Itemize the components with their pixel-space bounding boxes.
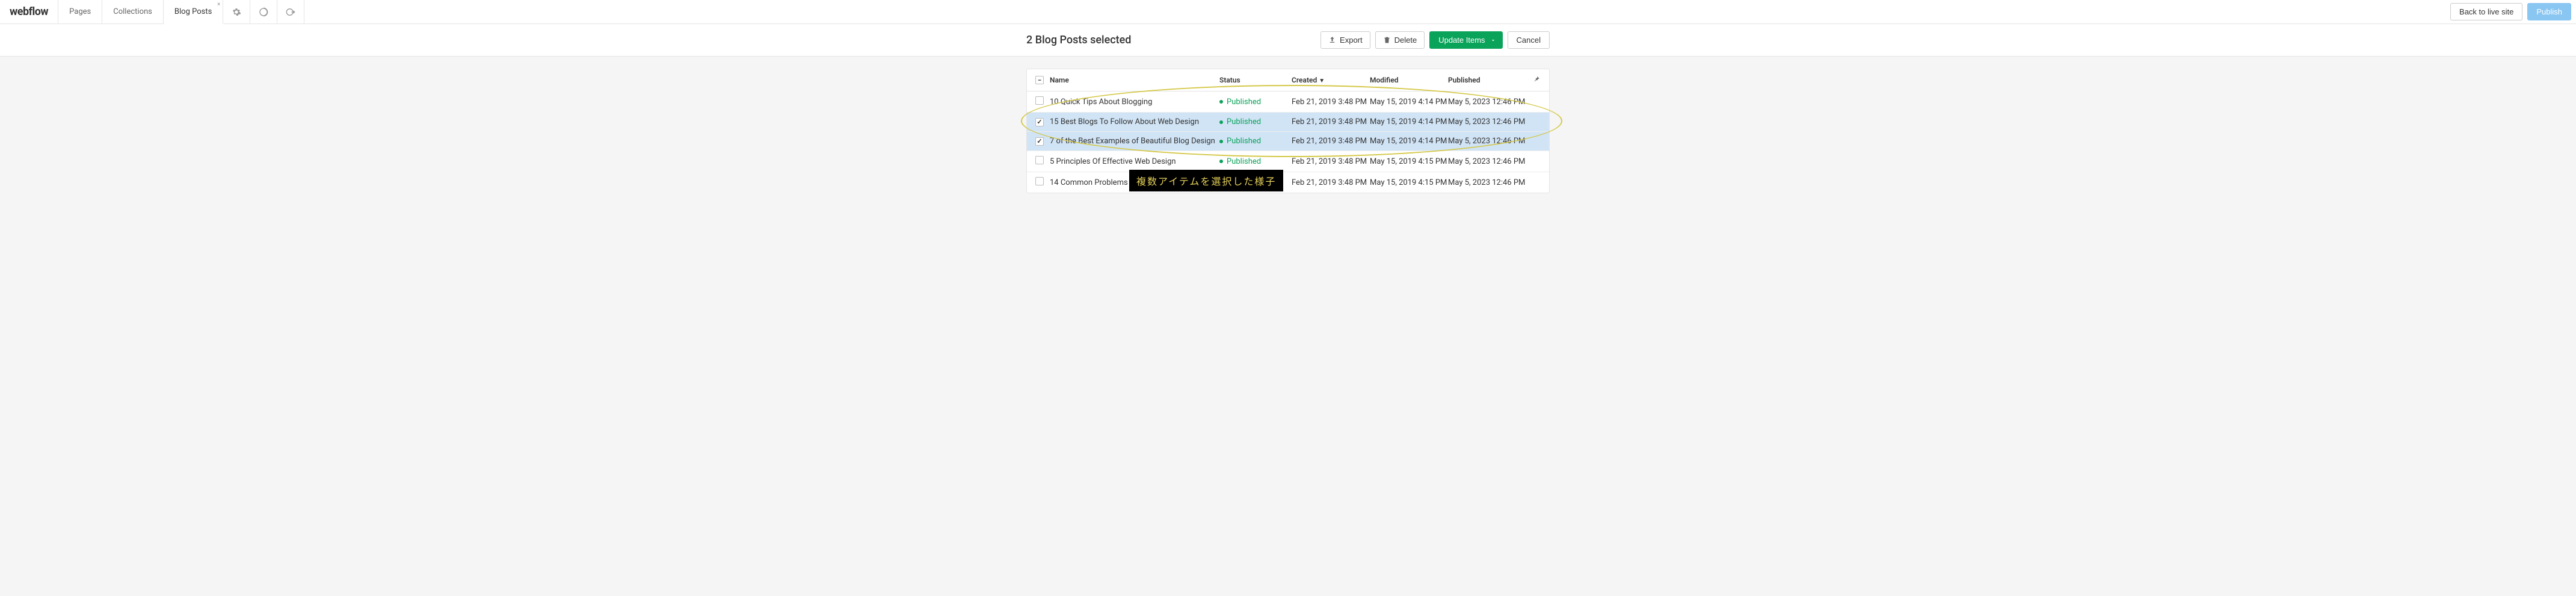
row-status: Published	[1219, 137, 1292, 146]
brand-logo: webflow	[0, 0, 58, 23]
cancel-button[interactable]: Cancel	[1508, 31, 1550, 49]
row-created: Feb 21, 2019 3:48 PM	[1292, 157, 1370, 166]
pin-icon	[1533, 75, 1541, 83]
col-created[interactable]: Created▼	[1292, 76, 1370, 84]
row-checkbox[interactable]	[1035, 177, 1044, 185]
row-created: Feb 21, 2019 3:48 PM	[1292, 137, 1370, 146]
table-row[interactable]: 15 Best Blogs To Follow About Web Design…	[1027, 113, 1549, 132]
select-all-checkbox[interactable]	[1035, 76, 1044, 84]
toolbar: 2 Blog Posts selected Export Delete Upda…	[0, 24, 2576, 57]
chevron-down-icon	[1490, 37, 1496, 43]
row-status: Published	[1219, 98, 1292, 107]
gear-icon[interactable]	[223, 0, 250, 23]
row-published: May 5, 2023 12:46 PM	[1448, 157, 1526, 166]
row-name: 10 Quick Tips About Blogging	[1050, 98, 1219, 107]
row-modified: May 15, 2019 4:15 PM	[1370, 157, 1448, 166]
col-published[interactable]: Published	[1448, 76, 1526, 84]
row-modified: May 15, 2019 4:14 PM	[1370, 117, 1448, 126]
close-tab-icon[interactable]: ×	[217, 1, 220, 8]
row-checkbox[interactable]	[1035, 137, 1044, 146]
row-status: Published	[1219, 178, 1292, 187]
logout-icon[interactable]	[277, 0, 304, 23]
table-row[interactable]: 5 Principles Of Effective Web DesignPubl…	[1027, 151, 1549, 172]
row-name: 7 of the Best Examples of Beautiful Blog…	[1050, 137, 1219, 146]
table-row[interactable]: 10 Quick Tips About BloggingPublishedFeb…	[1027, 92, 1549, 113]
row-published: May 5, 2023 12:46 PM	[1448, 137, 1526, 146]
sort-desc-icon: ▼	[1319, 78, 1325, 84]
row-name: 15 Best Blogs To Follow About Web Design	[1050, 117, 1219, 126]
col-created-label: Created	[1292, 76, 1317, 84]
row-modified: May 15, 2019 4:15 PM	[1370, 178, 1448, 187]
row-checkbox[interactable]	[1035, 118, 1044, 126]
row-published: May 5, 2023 12:46 PM	[1448, 178, 1526, 187]
table-row[interactable]: 14 Common Problems with modern Web Desig…	[1027, 172, 1549, 193]
export-button[interactable]: Export	[1320, 31, 1370, 49]
col-name[interactable]: Name	[1050, 76, 1219, 84]
update-items-button[interactable]: Update Items	[1429, 31, 1502, 49]
topbar: webflow Pages Collections Blog Posts × B…	[0, 0, 2576, 24]
row-status: Published	[1219, 157, 1292, 166]
col-modified[interactable]: Modified	[1370, 76, 1448, 84]
nav-collections[interactable]: Collections	[102, 0, 164, 23]
col-status[interactable]: Status	[1219, 76, 1292, 84]
row-created: Feb 21, 2019 3:48 PM	[1292, 178, 1370, 187]
row-published: May 5, 2023 12:46 PM	[1448, 98, 1526, 107]
activity-icon[interactable]	[250, 0, 277, 23]
nav-blog-posts[interactable]: Blog Posts ×	[164, 0, 223, 24]
row-status: Published	[1219, 117, 1292, 126]
row-name: 14 Common Problems with modern Web Desig…	[1050, 178, 1219, 187]
export-label: Export	[1340, 36, 1363, 45]
export-icon	[1328, 36, 1336, 44]
items-table: Name Status Created▼ Modified Published …	[1026, 69, 1550, 193]
row-modified: May 15, 2019 4:14 PM	[1370, 137, 1448, 146]
row-created: Feb 21, 2019 3:48 PM	[1292, 98, 1370, 107]
table-row[interactable]: 7 of the Best Examples of Beautiful Blog…	[1027, 132, 1549, 151]
table-header: Name Status Created▼ Modified Published	[1027, 69, 1549, 92]
delete-button[interactable]: Delete	[1375, 31, 1425, 49]
selection-title: 2 Blog Posts selected	[1026, 34, 1131, 46]
nav-pages[interactable]: Pages	[58, 0, 102, 23]
row-name: 5 Principles Of Effective Web Design	[1050, 157, 1219, 166]
delete-label: Delete	[1394, 36, 1417, 45]
row-created: Feb 21, 2019 3:48 PM	[1292, 117, 1370, 126]
trash-icon	[1383, 36, 1391, 44]
row-modified: May 15, 2019 4:14 PM	[1370, 98, 1448, 107]
publish-button[interactable]: Publish	[2527, 3, 2571, 20]
row-published: May 5, 2023 12:46 PM	[1448, 117, 1526, 126]
back-to-live-button[interactable]: Back to live site	[2450, 3, 2522, 20]
col-pin[interactable]	[1526, 75, 1541, 85]
row-checkbox[interactable]	[1035, 96, 1044, 105]
update-label: Update Items	[1438, 36, 1485, 45]
row-checkbox[interactable]	[1035, 156, 1044, 164]
nav-blog-posts-label: Blog Posts	[174, 7, 212, 16]
